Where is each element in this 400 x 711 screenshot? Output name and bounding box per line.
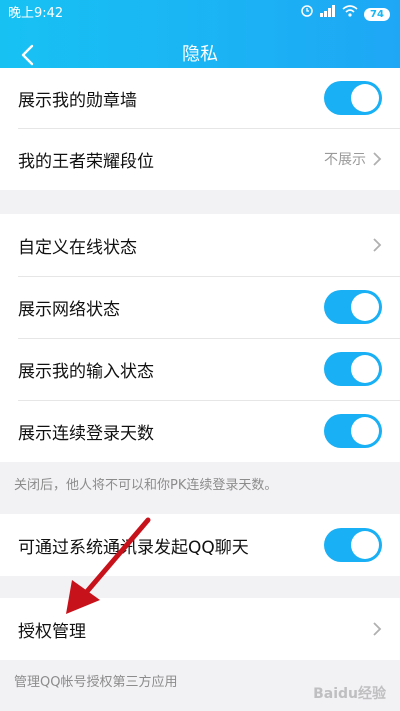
annotation-arrow — [66, 517, 151, 614]
